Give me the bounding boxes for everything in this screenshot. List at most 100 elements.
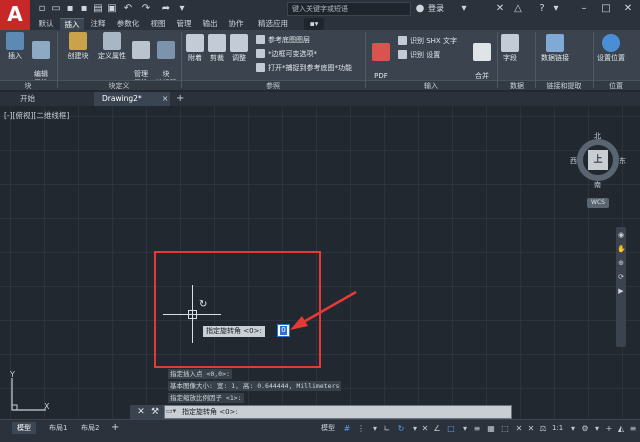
annotation-scale-icon[interactable]: ⚖ bbox=[538, 424, 548, 434]
lineweight-icon[interactable]: ≡ bbox=[472, 424, 482, 434]
layout-tab-layout2[interactable]: 布局2 bbox=[76, 422, 104, 434]
polar-dropdown-icon[interactable]: ▾ bbox=[410, 424, 420, 434]
web-mobile-icon[interactable]: ▤ bbox=[92, 3, 104, 15]
close-command-icon[interactable]: ✕ bbox=[136, 406, 146, 418]
compass-east[interactable]: 东 bbox=[619, 156, 626, 166]
maximize-icon[interactable]: □ bbox=[600, 2, 612, 16]
selection-cycling-icon[interactable]: ⬚ bbox=[500, 424, 510, 434]
steering-wheel-icon[interactable]: ◉ bbox=[617, 231, 625, 239]
workspace-gear-icon[interactable]: ⚙ bbox=[580, 424, 590, 434]
wcs-menu[interactable]: WCS bbox=[587, 198, 609, 208]
workspace-dropdown-icon[interactable]: ▾ bbox=[592, 424, 602, 434]
new-tab-icon[interactable]: + bbox=[174, 92, 188, 106]
snap-underlay-dropdown[interactable]: 打开*捕捉到参考底图*功能 bbox=[256, 63, 352, 73]
signin-dropdown-icon[interactable]: ▾ bbox=[458, 3, 470, 15]
close-tab-icon[interactable]: × bbox=[162, 92, 170, 106]
group-label-import[interactable]: 输入 bbox=[366, 81, 496, 91]
add-layout-icon[interactable]: + bbox=[106, 422, 124, 434]
app-logo[interactable]: A bbox=[0, 0, 30, 30]
define-attribute-button[interactable]: 定义属性 bbox=[96, 32, 128, 61]
showmotion-icon[interactable]: ▶ bbox=[617, 287, 625, 295]
snap-dropdown-icon[interactable]: ▾ bbox=[370, 424, 380, 434]
open-file-icon[interactable]: ▭ bbox=[50, 3, 62, 15]
isodraft-icon[interactable]: ✕ bbox=[420, 424, 430, 434]
annotation-autoscale-icon[interactable]: ✕ bbox=[526, 424, 536, 434]
ortho-icon[interactable]: ∟ bbox=[382, 424, 392, 434]
osnap-dropdown-icon[interactable]: ▾ bbox=[460, 424, 470, 434]
attach-button[interactable]: 附着 bbox=[184, 34, 206, 63]
snap-mode-icon[interactable]: ⋮ bbox=[356, 424, 366, 434]
compass-west[interactable]: 西 bbox=[570, 156, 577, 166]
help-dropdown-icon[interactable]: ▾ bbox=[550, 3, 562, 15]
save-as-icon[interactable]: ▪ bbox=[78, 3, 90, 15]
tab-output[interactable]: 输出 bbox=[198, 18, 222, 30]
insert-block-button[interactable]: 插入 bbox=[4, 32, 26, 61]
group-label-location[interactable]: 位置 bbox=[594, 81, 638, 91]
redo-icon[interactable]: ↷ bbox=[140, 3, 152, 15]
tab-view[interactable]: 视图 bbox=[146, 18, 170, 30]
layout-tab-layout1[interactable]: 布局1 bbox=[44, 422, 72, 434]
dynamic-input-value[interactable]: 0 bbox=[280, 326, 287, 335]
tab-collaborate[interactable]: 协作 bbox=[224, 18, 248, 30]
zoom-icon[interactable]: ⊕ bbox=[617, 259, 625, 267]
dynamic-input-field[interactable]: 0 bbox=[277, 324, 290, 337]
set-location-button[interactable]: 设置位置 bbox=[594, 34, 628, 63]
group-label-data[interactable]: 数据 bbox=[498, 81, 536, 91]
hardware-acceleration-icon[interactable]: ◭ bbox=[616, 424, 626, 434]
transparency-icon[interactable]: ▦ bbox=[486, 424, 496, 434]
save-icon[interactable]: ▪ bbox=[64, 3, 76, 15]
recognize-settings-button[interactable]: 识别 设置 bbox=[398, 50, 440, 60]
adjust-button[interactable]: 调整 bbox=[228, 34, 250, 63]
object-snap-icon[interactable]: □ bbox=[446, 424, 456, 434]
autodesk-a360-icon[interactable]: △ bbox=[512, 3, 524, 15]
tab-featured-apps[interactable]: 精选应用 bbox=[252, 18, 294, 30]
signin-button[interactable]: 登录 bbox=[428, 2, 444, 16]
minimize-icon[interactable]: – bbox=[578, 2, 590, 16]
recognize-shx-button[interactable]: 识别 SHX 文字 bbox=[398, 36, 457, 46]
viewport-controls[interactable]: [-][俯视][二维线框] bbox=[4, 110, 69, 121]
scale-dropdown-icon[interactable]: ▾ bbox=[568, 424, 578, 434]
annotation-scale-dropdown[interactable]: 1:1 bbox=[550, 422, 565, 434]
help-icon[interactable]: ? bbox=[536, 3, 548, 15]
orbit-icon[interactable]: ⟳ bbox=[617, 273, 625, 281]
undo-icon[interactable]: ↶ bbox=[122, 3, 134, 15]
close-icon[interactable]: ✕ bbox=[622, 2, 634, 16]
tab-default[interactable]: 默认 bbox=[34, 18, 58, 30]
data-link-button[interactable]: 数据链接 bbox=[538, 34, 572, 63]
layout-tab-model[interactable]: 模型 bbox=[12, 422, 36, 434]
customize-command-icon[interactable]: ⚒ bbox=[150, 406, 160, 418]
tab-insert[interactable]: 插入 bbox=[60, 18, 84, 30]
model-space-button[interactable]: 模型 bbox=[316, 422, 340, 434]
group-label-block[interactable]: 块 bbox=[0, 81, 56, 91]
customization-icon[interactable]: ≡ bbox=[628, 424, 638, 434]
group-label-reference[interactable]: 参照 bbox=[182, 81, 364, 91]
doc-tab-drawing2[interactable]: Drawing2* bbox=[94, 92, 170, 106]
pan-icon[interactable]: ✋ bbox=[617, 245, 626, 253]
polar-icon[interactable]: ↻ bbox=[396, 424, 406, 434]
add-icon[interactable]: + bbox=[604, 424, 614, 434]
plot-icon[interactable]: ▣ bbox=[106, 3, 118, 15]
tab-manage[interactable]: 管理 bbox=[172, 18, 196, 30]
object-snap-tracking-icon[interactable]: ∠ bbox=[432, 424, 442, 434]
doc-tab-start[interactable]: 开始 bbox=[12, 92, 92, 106]
compass-north[interactable]: 北 bbox=[594, 131, 601, 141]
qat-dropdown-icon[interactable]: ▾ bbox=[176, 3, 188, 15]
create-block-button[interactable]: 创建块 bbox=[64, 32, 92, 61]
group-label-link-extract[interactable]: 链接和提取 bbox=[536, 81, 592, 91]
frame-variable-dropdown[interactable]: *边框可变选项* bbox=[256, 49, 317, 59]
underlay-layers-button[interactable]: 参考底图图层 bbox=[256, 35, 310, 45]
share-icon[interactable]: ➦ bbox=[160, 3, 172, 15]
group-label-block-definition[interactable]: 块定义 bbox=[58, 81, 180, 91]
viewcube[interactable]: 上 北 南 西 东 bbox=[570, 131, 626, 193]
tab-parametric[interactable]: 参数化 bbox=[112, 18, 144, 30]
tab-annotate[interactable]: 注释 bbox=[86, 18, 110, 30]
grid-icon[interactable]: # bbox=[342, 424, 352, 434]
exchange-icon[interactable]: ✕ bbox=[494, 3, 506, 15]
search-input[interactable]: 键入关键字或短语 bbox=[287, 2, 411, 16]
viewcube-top-face[interactable]: 上 bbox=[588, 150, 608, 170]
clip-button[interactable]: 剪裁 bbox=[206, 34, 228, 63]
ribbon-toggle-icon[interactable]: ▪▾ bbox=[304, 18, 324, 30]
new-file-icon[interactable]: ▫ bbox=[36, 3, 48, 15]
compass-south[interactable]: 南 bbox=[594, 180, 601, 190]
field-button[interactable]: 字段 bbox=[500, 34, 520, 63]
